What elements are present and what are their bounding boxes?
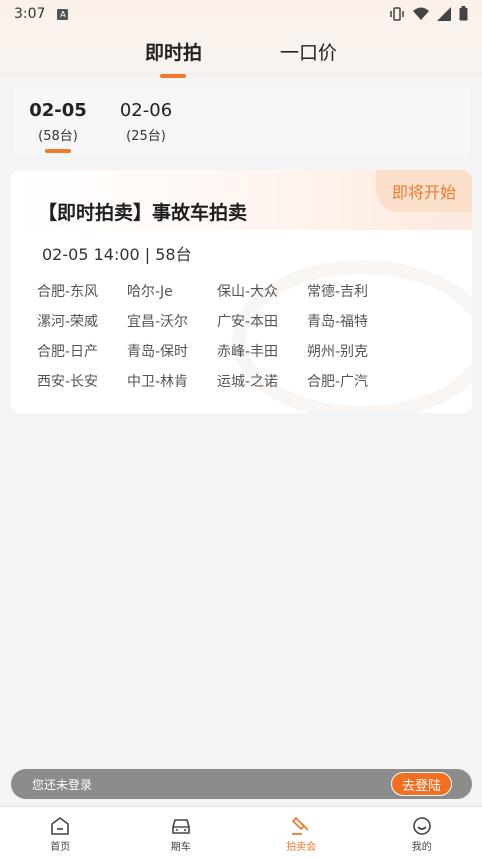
vehicle-tag[interactable]: 青岛-保时 xyxy=(127,341,217,363)
tab-fixed-price[interactable]: 一口价 xyxy=(280,32,337,72)
home-icon xyxy=(51,817,70,835)
vehicle-tag[interactable]: 广安-本田 xyxy=(217,311,307,333)
vehicle-tag[interactable]: 青岛-福特 xyxy=(307,311,397,333)
vehicle-tag[interactable]: 合肥-广汽 xyxy=(307,371,397,393)
signal-icon xyxy=(437,6,451,21)
tab-instant-auction[interactable]: 即时拍 xyxy=(145,32,202,72)
status-bar: 3:07 A xyxy=(0,0,482,28)
nav-label: 首页 xyxy=(50,842,71,853)
nav-item-home[interactable]: 首页 xyxy=(0,807,121,858)
battery-icon xyxy=(459,6,468,21)
nav-item-profile[interactable]: 我的 xyxy=(362,807,482,858)
vehicle-tag-grid: 合肥-东风 哈尔-Je 保山-大众 常德-吉利 漯河-荣威 宜昌-沃尔 广安-本… xyxy=(37,281,417,393)
auction-time: 02-05 14:00 | 58台 xyxy=(42,245,192,264)
vehicle-tag[interactable]: 宜昌-沃尔 xyxy=(127,311,217,333)
vehicle-tag[interactable]: 常德-吉利 xyxy=(307,281,397,303)
nav-item-cars[interactable]: 期车 xyxy=(121,807,242,858)
vehicle-tag[interactable]: 运城-之诺 xyxy=(217,371,307,393)
date-selector: 02-05 (58台) 02-06 (25台) xyxy=(14,86,470,156)
date-count: (58台) xyxy=(38,129,78,144)
bottom-nav: 首页 期车 拍卖会 我的 xyxy=(0,806,482,858)
auction-title: 【即时拍卖】事故车拍卖 xyxy=(38,202,248,224)
notification-a-icon: A xyxy=(57,8,69,20)
vehicle-tag[interactable]: 西安-长安 xyxy=(37,371,127,393)
wifi-icon xyxy=(413,7,429,20)
date-tab-0206[interactable]: 02-06 (25台) xyxy=(102,86,190,156)
date-count: (25台) xyxy=(126,129,166,144)
date-tab-0205[interactable]: 02-05 (58台) xyxy=(14,86,102,156)
vehicle-tag[interactable]: 合肥-日产 xyxy=(37,341,127,363)
vehicle-tag[interactable]: 保山-大众 xyxy=(217,281,307,303)
vehicle-tag[interactable]: 漯河-荣威 xyxy=(37,311,127,333)
nav-item-auction[interactable]: 拍卖会 xyxy=(241,807,362,858)
smile-icon xyxy=(412,817,431,835)
vehicle-tag[interactable]: 哈尔-Je xyxy=(127,281,217,303)
login-button[interactable]: 去登陆 xyxy=(390,772,452,796)
gavel-icon xyxy=(292,817,309,835)
status-time: 3:07 xyxy=(14,6,46,22)
header-divider xyxy=(0,73,482,74)
date-label: 02-06 xyxy=(119,100,173,121)
vehicle-tag[interactable]: 朔州-别克 xyxy=(307,341,397,363)
login-prompt-text: 您还未登录 xyxy=(32,777,93,792)
vehicle-tag[interactable]: 合肥-东风 xyxy=(37,281,127,303)
nav-label: 期车 xyxy=(170,842,191,853)
top-tabs: 即时拍 一口价 xyxy=(0,32,482,72)
auction-card[interactable]: 即将开始 【即时拍卖】事故车拍卖 02-05 14:00 | 58台 合肥-东风… xyxy=(11,170,472,413)
vehicle-tag[interactable]: 赤峰-丰田 xyxy=(217,341,307,363)
car-icon xyxy=(171,819,190,834)
status-icons xyxy=(389,6,468,21)
nav-label: 拍卖会 xyxy=(286,842,317,853)
status-badge: 即将开始 xyxy=(376,170,472,212)
nav-label: 我的 xyxy=(411,842,432,853)
vehicle-tag[interactable]: 中卫-林肯 xyxy=(127,371,217,393)
date-label: 02-05 xyxy=(29,100,87,121)
vibrate-icon xyxy=(390,6,404,21)
login-prompt-bar: 您还未登录 去登陆 xyxy=(11,769,472,799)
